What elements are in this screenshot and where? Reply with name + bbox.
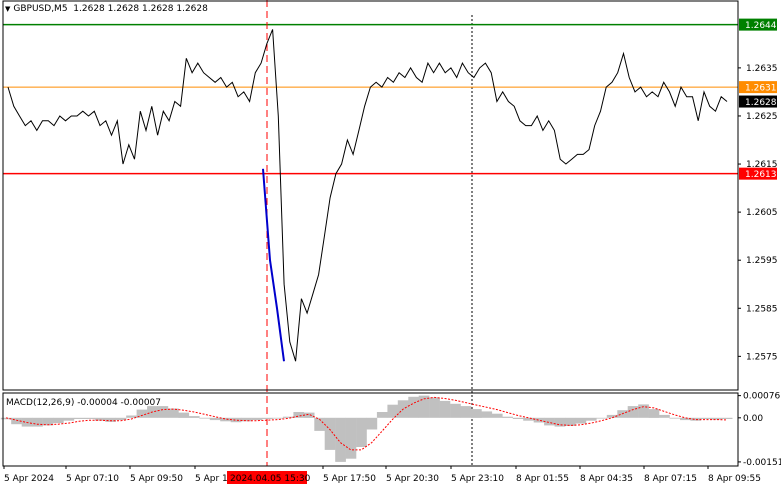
macd-bar <box>230 417 242 423</box>
x-tick-label: 5 Apr 2024 <box>4 474 54 484</box>
macd-bar <box>272 417 284 419</box>
x-tick-label: 8 Apr 04:35 <box>580 474 633 484</box>
macd-bar <box>429 397 440 418</box>
macd-bar <box>450 403 461 418</box>
y-tick-label: 1.2635 <box>746 64 778 74</box>
macd-bar <box>439 400 451 418</box>
macd-bar <box>262 417 273 419</box>
x-tick-label: 8 Apr 01:55 <box>516 474 569 484</box>
macd-bar <box>387 404 399 418</box>
macd-bar <box>168 408 179 418</box>
x-tick-label: 5 Apr 17:50 <box>323 474 376 484</box>
price-series <box>7 29 728 362</box>
macd-bar <box>575 417 587 424</box>
event-date-label: 2024.04.05 15:30 <box>230 474 311 484</box>
macd-bar <box>627 406 639 418</box>
macd-bar <box>303 412 315 418</box>
macd-bar <box>533 417 545 423</box>
macd-bar <box>32 417 43 427</box>
macd-bar <box>554 417 566 427</box>
price-levels <box>3 23 738 175</box>
x-tick-label: 5 Apr 20:30 <box>386 474 439 484</box>
macd-bar <box>105 417 116 422</box>
current-price-label: 1.2628 <box>745 98 777 108</box>
macd-bar <box>481 411 493 418</box>
x-tick-label: 8 Apr 09:55 <box>708 474 761 484</box>
macd-bar <box>690 417 702 421</box>
macd-bar <box>700 417 712 419</box>
price-line <box>7 29 728 362</box>
macd-bar <box>460 406 472 418</box>
macd-bar <box>335 417 346 462</box>
macd-bar <box>585 417 597 421</box>
macd-bar <box>53 417 64 424</box>
macd-bar <box>293 412 305 418</box>
x-axis: 5 Apr 2024 5 Apr 07:10 5 Apr 09:50 5 Apr 1 5… <box>3 466 761 484</box>
macd-bar <box>376 412 388 418</box>
level-tag-label: 1.2644 <box>745 21 777 31</box>
macd-bar <box>721 417 733 419</box>
x-tick-label: 5 Apr 07:10 <box>66 474 119 484</box>
level-tag-label: 1.2631 <box>745 84 777 94</box>
price-tags: 1.2644 1.2631 1.2613 1.2628 <box>739 18 777 180</box>
x-tick-label: 8 Apr 07:15 <box>644 474 697 484</box>
macd-bar <box>63 417 75 421</box>
macd-y-tick-label: 0.00076 <box>743 392 780 402</box>
macd-bar <box>491 413 503 418</box>
macd-bar <box>251 417 263 421</box>
macd-panel: MACD(12,26,9) -0.00004 -0.00007 <box>0 395 733 462</box>
macd-bar <box>178 412 190 418</box>
price-chart[interactable]: MACD(12,26,9) -0.00004 -0.00007 1.2575 1.… <box>0 0 781 489</box>
macd-bar <box>565 417 576 426</box>
macd-bar <box>73 417 85 419</box>
macd-bar <box>366 417 378 430</box>
macd-bar <box>282 416 294 418</box>
macd-bar <box>188 416 200 418</box>
level-tag-label: 1.2613 <box>745 170 777 180</box>
main-frame <box>2 0 739 391</box>
y-axis: 1.25751.25851.25951.26051.26151.26251.26… <box>738 64 781 468</box>
y-tick-label: 1.2585 <box>746 304 778 314</box>
macd-bar <box>659 414 670 418</box>
macd-bar <box>324 417 336 450</box>
x-tick-label: 5 Apr 09:50 <box>130 474 183 484</box>
y-tick-label: 1.2595 <box>746 256 778 266</box>
macd-bar <box>512 417 524 419</box>
macd-bar <box>471 409 482 418</box>
macd-bar <box>502 416 513 418</box>
macd-bar <box>523 417 534 421</box>
macd-bar <box>711 417 722 420</box>
macd-bar <box>408 396 419 418</box>
macd-title: MACD(12,26,9) -0.00004 -0.00007 <box>6 398 161 408</box>
x-tick-label: 5 Apr 1 <box>195 474 228 484</box>
macd-bar <box>199 417 210 419</box>
macd-bar <box>241 417 252 422</box>
y-tick-label: 1.2625 <box>746 112 778 122</box>
macd-bar <box>209 417 221 421</box>
macd-bar <box>356 417 367 447</box>
macd-bar <box>669 417 681 419</box>
macd-bar <box>544 417 555 426</box>
macd-bar <box>345 417 357 459</box>
x-tick-label: 5 Apr 23:10 <box>451 474 504 484</box>
macd-bar <box>648 409 660 418</box>
macd-y-tick-label: -0.00151 <box>743 458 781 468</box>
macd-bar <box>596 417 608 419</box>
y-tick-label: 1.2575 <box>746 352 778 362</box>
macd-y-tick-label: 0.00 <box>743 414 763 424</box>
macd-bar <box>84 417 96 419</box>
macd-bar <box>220 417 231 422</box>
y-tick-label: 1.2605 <box>746 208 778 218</box>
